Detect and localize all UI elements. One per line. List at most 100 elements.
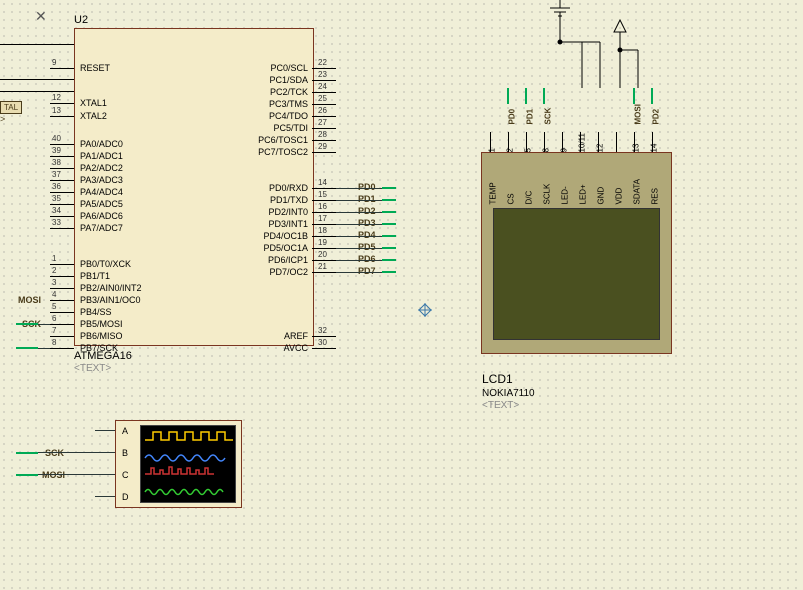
mcu-text: <TEXT> xyxy=(74,363,111,374)
pin-number: 28 xyxy=(318,130,327,139)
wire-stub xyxy=(382,247,396,249)
net-label: PD0 xyxy=(358,182,376,192)
pin-number: 8 xyxy=(52,338,56,347)
pin-label: PB2/AIN0/INT2 xyxy=(80,283,142,293)
close-icon: ✕ xyxy=(35,8,47,25)
wire-stub xyxy=(16,452,38,454)
wire xyxy=(336,200,382,201)
wire-stub xyxy=(382,271,396,273)
lcd-pin-label: LED+ xyxy=(579,184,588,204)
pin-label: PB4/SS xyxy=(80,307,112,317)
wire xyxy=(95,496,115,497)
wire-stub xyxy=(382,259,396,261)
wire xyxy=(38,452,115,453)
pin-label: PA1/ADC1 xyxy=(80,151,123,161)
pin-wire xyxy=(50,312,74,313)
pin-number: 4 xyxy=(52,290,56,299)
wire xyxy=(38,348,50,349)
pin-number: 38 xyxy=(52,158,61,167)
pin-wire xyxy=(312,116,336,117)
pin-number: 26 xyxy=(318,106,327,115)
pin-number: 19 xyxy=(318,238,327,247)
pin-label: PC3/TMS xyxy=(269,99,308,109)
pin-wire xyxy=(312,224,336,225)
pin-number: 22 xyxy=(318,58,327,67)
oscope-channel-label: C xyxy=(122,470,129,480)
wire xyxy=(38,324,50,325)
pin-wire xyxy=(312,152,336,153)
pin-wire xyxy=(312,80,336,81)
lcd-pin-label: VDD xyxy=(615,188,624,205)
net-label: PD6 xyxy=(358,254,376,264)
pin-label: RESET xyxy=(80,63,110,73)
pin-wire xyxy=(312,248,336,249)
pin-wire xyxy=(312,140,336,141)
pin-label: PB7/SCK xyxy=(80,343,118,353)
wire xyxy=(95,430,115,431)
wire-stub xyxy=(382,187,396,189)
pin-wire xyxy=(50,168,74,169)
pin-number: 7 xyxy=(52,326,56,335)
pin-wire xyxy=(50,68,74,69)
pin-label: PD2/INT0 xyxy=(268,207,308,217)
oscope-channel-label: A xyxy=(122,426,128,436)
lcd-pin-label: SCLK xyxy=(543,184,552,205)
wire-net xyxy=(481,0,681,152)
pin-wire xyxy=(50,276,74,277)
pin-wire xyxy=(50,192,74,193)
wire xyxy=(336,248,382,249)
pin-label: PA2/ADC2 xyxy=(80,163,123,173)
lcd-part: NOKIA7110 xyxy=(482,388,535,399)
pin-wire xyxy=(312,272,336,273)
pin-label: AVCC xyxy=(284,343,308,353)
pin-number: 21 xyxy=(318,262,327,271)
pin-wire xyxy=(312,200,336,201)
pin-wire xyxy=(312,128,336,129)
pin-wire xyxy=(50,204,74,205)
pin-number: 40 xyxy=(52,134,61,143)
pin-label: PB0/T0/XCK xyxy=(80,259,131,269)
pin-label: PA0/ADC0 xyxy=(80,139,123,149)
pin-wire xyxy=(50,264,74,265)
pin-label: PA6/ADC6 xyxy=(80,211,123,221)
pin-label: PD0/RXD xyxy=(269,183,308,193)
pin-number: 2 xyxy=(52,266,56,275)
pin-wire xyxy=(50,288,74,289)
pin-label: XTAL1 xyxy=(80,98,107,108)
oscilloscope-screen xyxy=(140,425,236,503)
pin-label: PD1/TXD xyxy=(270,195,308,205)
net-label: PD5 xyxy=(358,242,376,252)
pin-label: XTAL2 xyxy=(80,111,107,121)
lcd-pin-label: TEMP xyxy=(489,182,498,204)
pin-label: PD6/ICP1 xyxy=(268,255,308,265)
pin-number: 25 xyxy=(318,94,327,103)
lcd-screen xyxy=(493,208,660,340)
pin-label: PA7/ADC7 xyxy=(80,223,123,233)
pin-wire xyxy=(312,260,336,261)
oscope-channel-label: D xyxy=(122,492,129,502)
pin-wire xyxy=(50,180,74,181)
pin-number: 24 xyxy=(318,82,327,91)
lcd-ref: LCD1 xyxy=(482,372,513,386)
pin-wire xyxy=(50,216,74,217)
pin-wire xyxy=(312,68,336,69)
pin-number: 32 xyxy=(318,326,327,335)
pin-label: PC7/TOSC2 xyxy=(258,147,308,157)
wire-stub xyxy=(382,235,396,237)
pin-label: PD3/INT1 xyxy=(268,219,308,229)
pin-number: 30 xyxy=(318,338,327,347)
pin-number: 3 xyxy=(52,278,56,287)
pin-number: 1 xyxy=(52,254,56,263)
pin-number: 12 xyxy=(52,93,61,102)
pin-label: PB3/AIN1/OC0 xyxy=(80,295,141,305)
lcd-pin-label: LED- xyxy=(561,186,570,204)
lcd-pin-label: SDATA xyxy=(633,179,642,204)
wire-stub xyxy=(382,211,396,213)
pin-number: 18 xyxy=(318,226,327,235)
pin-wire xyxy=(50,300,74,301)
pin-number: 35 xyxy=(52,194,61,203)
net-arrow: > xyxy=(0,114,5,124)
wire xyxy=(336,260,382,261)
pin-label: PD5/OC1A xyxy=(263,243,308,253)
net-label: PD4 xyxy=(358,230,376,240)
